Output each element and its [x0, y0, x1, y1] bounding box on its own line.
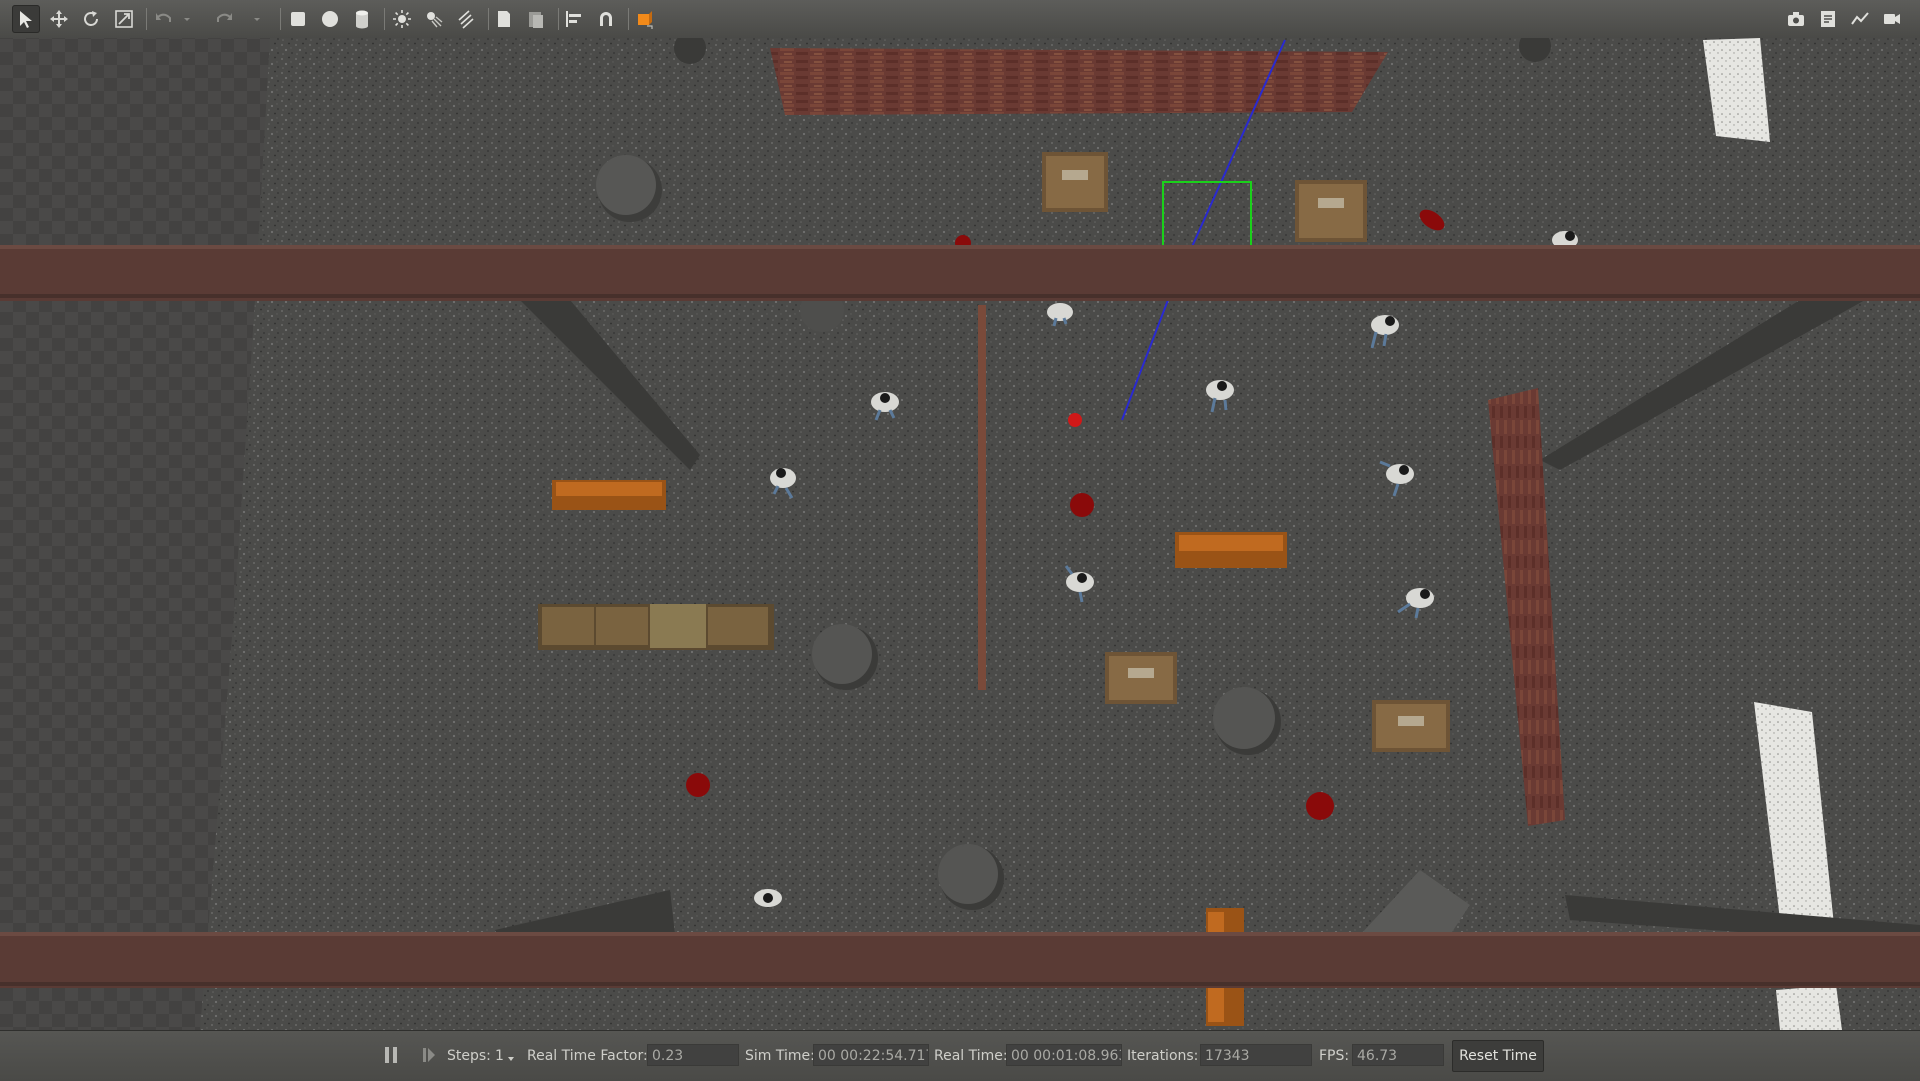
toolbar-separator [558, 8, 559, 30]
rotate-mode-icon[interactable] [77, 5, 105, 33]
step-forward-icon[interactable] [421, 1045, 437, 1065]
cylinder-shape-icon[interactable] [348, 5, 376, 33]
steps-value[interactable]: 1 [495, 1048, 504, 1064]
sphere-shape-icon[interactable] [316, 5, 344, 33]
cardboard-box[interactable] [1372, 700, 1450, 752]
copy-icon[interactable] [490, 5, 518, 33]
barrel-top [1213, 687, 1275, 749]
redo-icon[interactable] [210, 5, 238, 33]
fps-label: FPS: [1319, 1048, 1350, 1064]
directional-light-icon[interactable] [452, 5, 480, 33]
thin-wall-center[interactable] [978, 305, 986, 690]
iterations-label: Iterations: [1127, 1048, 1199, 1064]
undo-icon[interactable] [150, 5, 178, 33]
brick-wall-top[interactable] [770, 48, 1388, 115]
pedestrian[interactable] [754, 889, 782, 907]
reset-time-button[interactable]: Reset Time [1452, 1040, 1544, 1072]
cardboard-box-row[interactable] [538, 604, 774, 650]
overhead-beam-top[interactable] [0, 245, 1920, 301]
simulation-status-bar: Steps: 1 Real Time Factor: 0.23 Sim Time… [0, 1030, 1920, 1081]
point-light-icon[interactable] [388, 5, 416, 33]
beam-shade [0, 294, 1920, 298]
barrel-top [938, 844, 998, 904]
real-time-label: Real Time: [934, 1048, 1008, 1064]
log-data-icon[interactable] [1814, 5, 1842, 33]
scale-mode-icon[interactable] [110, 5, 138, 33]
steps-label: Steps: [447, 1048, 491, 1064]
spot-light-icon[interactable] [420, 5, 448, 33]
iterations-field: 17343 [1200, 1044, 1312, 1066]
cardboard-box[interactable] [1105, 652, 1177, 704]
robot-red-marker[interactable] [1068, 413, 1082, 427]
toolbar-separator [146, 8, 147, 30]
barrel-top [596, 155, 656, 215]
barrel-top [812, 624, 872, 684]
red-object[interactable] [686, 773, 710, 797]
scene-viewport[interactable] [0, 38, 1920, 1030]
align-icon[interactable] [560, 5, 588, 33]
red-object[interactable] [1070, 493, 1094, 517]
cardboard-box[interactable] [1295, 180, 1367, 242]
overhead-beam-bottom[interactable] [0, 932, 1920, 988]
cardboard-box[interactable] [1042, 152, 1108, 212]
toolbar-separator [384, 8, 385, 30]
beam-highlight [0, 245, 1920, 249]
box-shape-icon[interactable] [284, 5, 312, 33]
screenshot-camera-icon[interactable] [1782, 5, 1810, 33]
orange-shelf[interactable] [1175, 532, 1287, 568]
record-video-icon[interactable] [1878, 5, 1906, 33]
undo-dropdown-icon[interactable] [180, 5, 194, 33]
select-mode-icon[interactable] [12, 5, 40, 33]
floor-marking [1776, 985, 1842, 1030]
steps-dropdown-icon[interactable] [506, 1052, 516, 1062]
redo-dropdown-icon[interactable] [250, 5, 264, 33]
plot-icon[interactable] [1846, 5, 1874, 33]
toolbar-separator [628, 8, 629, 30]
pause-icon[interactable] [383, 1045, 399, 1065]
toolbar-separator [488, 8, 489, 30]
fps-field: 46.73 [1352, 1044, 1444, 1066]
real-time-factor-field: 0.23 [647, 1044, 739, 1066]
sim-time-label: Sim Time: [745, 1048, 815, 1064]
beam-highlight [0, 932, 1920, 936]
orange-shelf[interactable] [552, 480, 666, 510]
sim-time-field: 00 00:22:54.717 [813, 1044, 929, 1066]
beam-shade [0, 982, 1920, 986]
red-object[interactable] [1306, 792, 1334, 820]
real-time-factor-label: Real Time Factor: [527, 1048, 648, 1064]
real-time-field: 00 00:01:08.963 [1006, 1044, 1122, 1066]
snap-magnet-icon[interactable] [592, 5, 620, 33]
translate-mode-icon[interactable] [45, 5, 73, 33]
top-toolbar [0, 0, 1920, 39]
view-angle-icon[interactable] [630, 5, 658, 33]
toolbar-separator [280, 8, 281, 30]
paste-icon[interactable] [522, 5, 550, 33]
